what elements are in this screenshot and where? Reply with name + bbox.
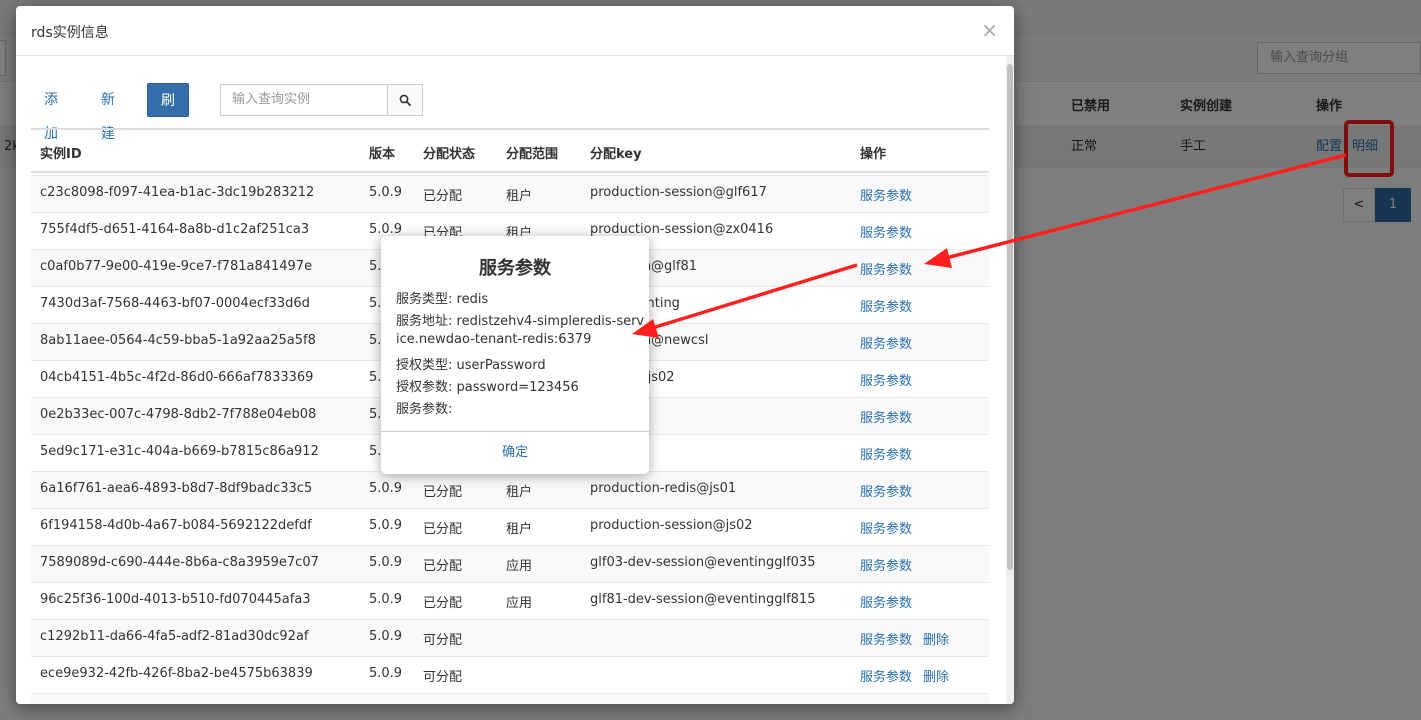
delete-link[interactable]: 删除 [923,629,949,648]
service-params-link[interactable]: 服务参数 [860,555,912,574]
refresh-button[interactable]: 刷新 [147,83,189,143]
version-cell: 5.0.9 [369,629,403,644]
table-row: 6a16f761-aea6-4893-b8d7-8df9badc33c5 5.0.… [31,471,989,508]
instance-id-cell: 7589089d-c690-444e-8b6a-c8a3959e7c07 [40,555,319,570]
table-row: 6f194158-4d0b-4a67-b084-5692122defdf 5.0.… [31,508,989,545]
service-params-link[interactable]: 服务参数 [860,703,912,704]
service-params-link[interactable]: 服务参数 [860,481,912,500]
instance-id-cell: 6a16f761-aea6-4893-b8d7-8df9badc33c5 [40,481,313,496]
allocation-key-cell: production-session@js02 [590,518,753,533]
service-params-link[interactable]: 服务参数 [860,259,912,278]
allocation-status-cell: 已分配 [423,596,463,611]
column-header-actions: 操作 [860,147,887,162]
allocation-status-cell: 可分配 [423,633,463,648]
service-params-link[interactable]: 服务参数 [860,518,912,537]
table-row: c23c8098-f097-41ea-b1ac-3dc19b283212 5.0.… [31,175,989,212]
allocation-status-cell: 已分配 [423,559,463,574]
allocation-scope-cell: 租户 [506,522,533,537]
service-address-continued: ice.newdao-tenant-redis:6379 [396,332,592,347]
allocation-key-cell: production-session@zx0416 [590,222,774,237]
instance-id-cell: f9cbc956-162d-4bb5-bd78-76f9cb392f8c [40,703,308,704]
allocation-scope-cell: 应用 [506,559,533,574]
instance-id-cell: 7430d3af-7568-4463-bf07-0004ecf33d6d [40,296,310,311]
service-params-link[interactable]: 服务参数 [860,666,912,685]
auth-params-line: 授权参数: password=123456 [396,380,579,395]
allocation-status-cell: 已分配 [423,522,463,537]
version-cell: 5.0.9 [369,592,403,607]
dialog-title: rds实例信息 [31,25,109,41]
instance-id-cell: 5ed9c171-e31c-404a-b669-b7815c86a912 [40,444,319,459]
instance-id-cell: c0af0b77-9e00-419e-9ce7-f781a841497e [40,259,313,274]
scrollbar-thumb[interactable] [1007,64,1013,570]
allocation-status-cell: 已分配 [423,189,463,204]
allocation-key-cell: glf03-dev-session@eventingglf035 [590,555,816,570]
version-cell: 5.0.9 [369,481,403,496]
service-address-line: 服务地址: redistzehv4-simpleredis-serv [396,314,645,329]
version-cell: 5.0.9 [369,666,403,681]
dialog-scrollbar[interactable] [1006,56,1014,704]
allocation-key-cell: production-redis@js01 [590,481,737,496]
instance-id-cell: 6f194158-4d0b-4a67-b084-5692122defdf [40,518,312,533]
auth-type-line: 授权类型: userPassword [396,358,546,373]
add-button[interactable]: 添加 [31,83,71,142]
popup-title: 服务参数 [479,258,551,279]
column-header-scope: 分配范围 [506,147,559,162]
confirm-button[interactable]: 确定 [381,432,649,474]
allocation-key-cell: glf81-dev-session@eventingglf815 [590,592,816,607]
allocation-status-cell: 已分配 [423,485,463,500]
allocation-status-cell: 可分配 [423,703,462,704]
version-cell: 5.0.9 [369,518,403,533]
delete-link[interactable]: 删除 [923,666,949,685]
column-header-id: 实例ID [40,147,82,162]
service-params-popup: 服务参数 服务类型: redis 服务地址: redistzehv4-simpl… [381,236,649,474]
instance-id-cell: 8ab11aee-0564-4c59-bba5-1a92aa25a5f8 [40,333,316,348]
service-type-line: 服务类型: redis [396,292,489,307]
service-params-link[interactable]: 服务参数 [860,629,912,648]
service-params-link[interactable]: 服务参数 [860,370,912,389]
instance-search-input[interactable]: 输入查询实例 [220,84,388,116]
table-row: 96c25f36-100d-4013-b510-fd070445afa3 5.0.… [31,582,989,619]
search-button[interactable] [387,84,423,116]
column-header-key: 分配key [590,147,642,162]
instance-id-cell: 96c25f36-100d-4013-b510-fd070445afa3 [40,592,311,607]
column-header-status: 分配状态 [423,147,476,162]
table-row: ece9e932-42fb-426f-8ba2-be4575b63839 5.0.… [31,656,989,693]
service-params-line: 服务参数: [396,402,453,417]
version-cell: 5.0.9 [369,185,403,200]
instance-id-cell: 755f4df5-d651-4164-8a8b-d1c2af251ca3 [40,222,310,237]
version-cell: 5.0.9 [369,222,403,237]
service-params-link[interactable]: 服务参数 [860,185,912,204]
service-params-link[interactable]: 服务参数 [860,444,912,463]
instance-id-cell: c1292b11-da66-4fa5-adf2-81ad30dc92af [40,629,309,644]
instance-id-cell: 04cb4151-4b5c-4f2d-86d0-666af7833369 [40,370,314,385]
allocation-scope-cell: 应用 [506,596,533,611]
service-params-link[interactable]: 服务参数 [860,407,912,426]
table-row: c1292b11-da66-4fa5-adf2-81ad30dc92af 5.0.… [31,619,989,656]
table-row: 7589089d-c690-444e-8b6a-c8a3959e7c07 5.0.… [31,545,989,582]
dialog-header: rds实例信息 × [16,6,1014,56]
version-cell: 5.0.9 [369,703,402,704]
service-params-link[interactable]: 服务参数 [860,592,912,611]
service-params-link[interactable]: 服务参数 [860,222,912,241]
delete-link[interactable]: 删除 [923,703,949,704]
allocation-scope-cell: 租户 [506,189,533,204]
instance-table-header: 实例ID 版本 分配状态 分配范围 分配key 操作 [31,131,989,173]
column-header-version: 版本 [369,147,396,162]
instance-id-cell: c23c8098-f097-41ea-b1ac-3dc19b283212 [40,185,315,200]
service-params-link[interactable]: 服务参数 [860,333,912,352]
table-row: f9cbc956-162d-4bb5-bd78-76f9cb392f8c 5.0.… [31,693,989,704]
table-top-border [31,128,989,130]
create-button[interactable]: 新建 [88,83,128,142]
close-icon[interactable]: × [981,19,998,41]
allocation-status-cell: 可分配 [423,670,463,685]
instance-id-cell: ece9e932-42fb-426f-8ba2-be4575b63839 [40,666,313,681]
service-params-link[interactable]: 服务参数 [860,296,912,315]
allocation-key-cell: production-session@glf617 [590,185,767,200]
version-cell: 5.0.9 [369,555,403,570]
allocation-scope-cell: 租户 [506,485,533,500]
instance-id-cell: 0e2b33ec-007c-4798-8db2-7f788e04eb08 [40,407,317,422]
search-icon [399,94,412,107]
